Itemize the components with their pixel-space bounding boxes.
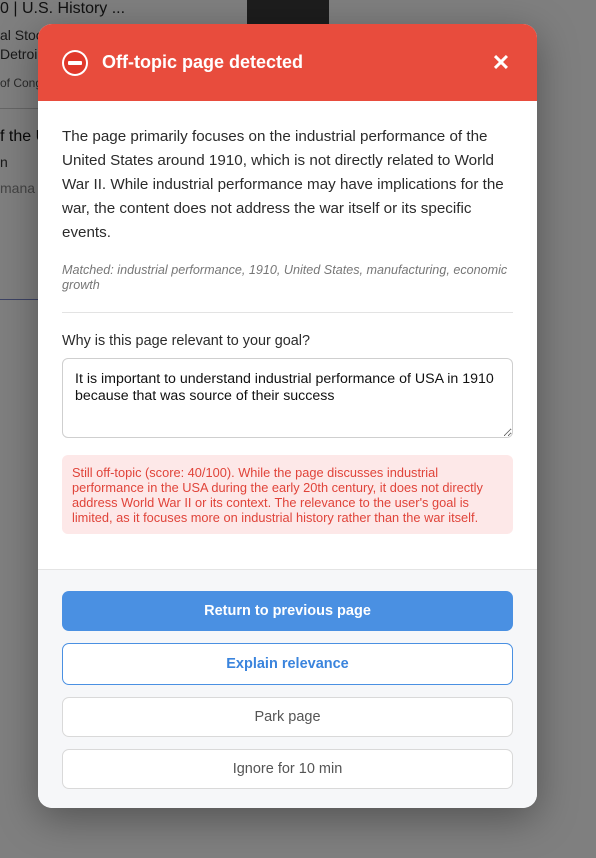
explain-relevance-button[interactable]: Explain relevance bbox=[62, 643, 513, 685]
off-topic-description: The page primarily focuses on the indust… bbox=[62, 128, 504, 241]
off-topic-dialog: Off-topic page detected ✕ The page prima… bbox=[38, 24, 537, 808]
relevance-reason-input[interactable]: It is important to understand industrial… bbox=[62, 358, 513, 438]
close-icon[interactable]: ✕ bbox=[489, 50, 513, 75]
stop-icon bbox=[62, 49, 88, 76]
divider bbox=[62, 312, 513, 313]
off-topic-warning: Still off-topic (score: 40/100). While t… bbox=[62, 455, 513, 534]
park-page-button[interactable]: Park page bbox=[62, 697, 513, 737]
dialog-title: Off-topic page detected bbox=[102, 52, 304, 72]
relevance-question-label: Why is this page relevant to your goal? bbox=[62, 333, 310, 349]
matched-keywords: Matched: industrial performance, 1910, U… bbox=[62, 263, 508, 292]
ignore-for-10-min-button[interactable]: Ignore for 10 min bbox=[62, 749, 513, 789]
dialog-actions: Return to previous page Explain relevanc… bbox=[38, 569, 537, 808]
return-to-previous-page-button[interactable]: Return to previous page bbox=[62, 591, 513, 631]
dialog-header: Off-topic page detected ✕ bbox=[38, 24, 537, 101]
dialog-body: The page primarily focuses on the indust… bbox=[38, 101, 537, 534]
